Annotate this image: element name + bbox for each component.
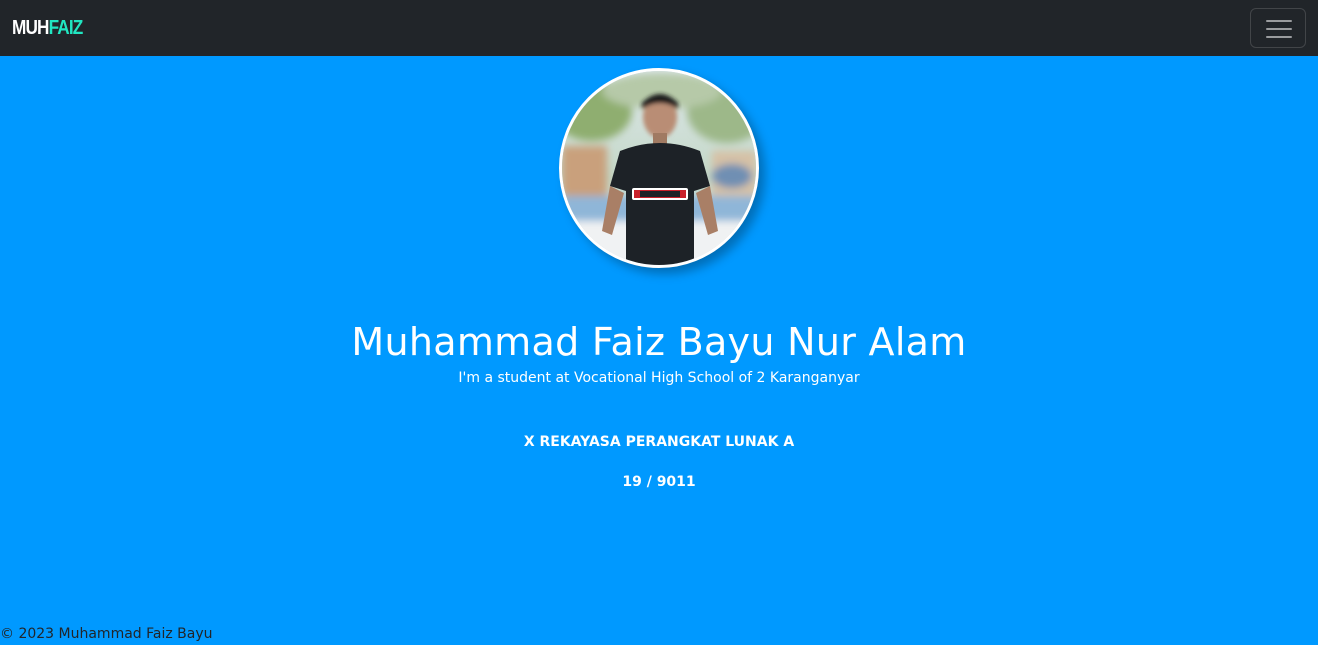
profile-tagline: I'm a student at Vocational High School … <box>458 370 860 386</box>
navbar-toggler-button[interactable] <box>1250 8 1306 48</box>
profile-student-number: 19 / 9011 <box>622 474 696 490</box>
footer-copyright: © 2023 Muhammad Faiz Bayu <box>0 626 213 642</box>
profile-photo-image <box>562 71 756 265</box>
brand-first-word: MUH <box>12 17 49 39</box>
profile-section: Muhammad Faiz Bayu Nur Alam I'm a studen… <box>0 56 1318 645</box>
profile-class: X REKAYASA PERANGKAT LUNAK A <box>523 434 795 450</box>
profile-photo <box>559 68 759 268</box>
navbar: MUHFAIZ <box>0 0 1318 56</box>
hamburger-menu-icon <box>1266 19 1292 39</box>
brand-logo[interactable]: MUHFAIZ <box>12 16 84 40</box>
brand-second-word: FAIZ <box>48 17 84 39</box>
profile-name: Muhammad Faiz Bayu Nur Alam <box>351 320 967 364</box>
